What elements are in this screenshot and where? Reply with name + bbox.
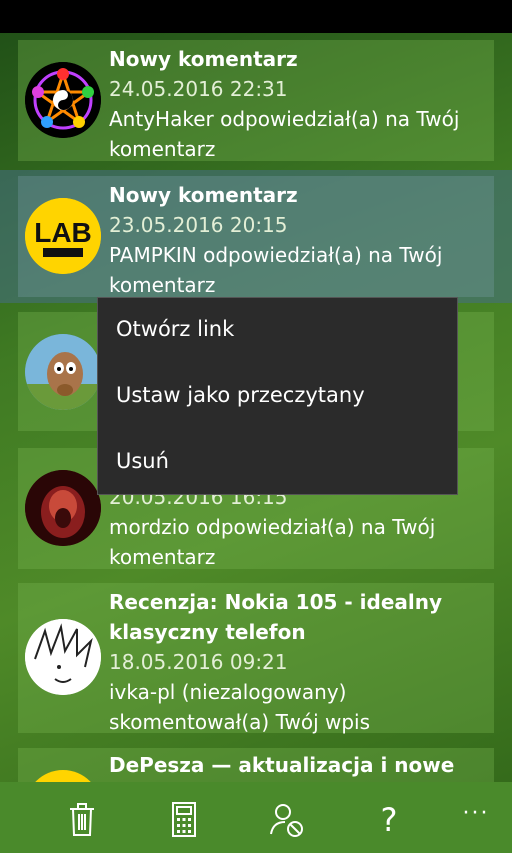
notification-text: komentarz (109, 273, 216, 297)
notification-title: Nowy komentarz (109, 47, 298, 71)
notification-text: PAMPKIN odpowiedział(a) na Twój (109, 243, 443, 267)
notification-text: komentarz (109, 137, 216, 161)
notification-text: mordzio odpowiedział(a) na Twój (109, 515, 436, 539)
notification-item[interactable]: DePesza — aktualizacja i nowe (18, 748, 494, 782)
calculator-icon[interactable] (164, 800, 204, 840)
lab-avatar-text: LAB (34, 217, 92, 248)
notification-date: 24.05.2016 22:31 (109, 77, 288, 101)
sketch-avatar (25, 619, 101, 695)
menu-item-delete[interactable]: Usuń (116, 441, 169, 481)
squirrel-avatar (25, 334, 101, 410)
trash-icon[interactable] (62, 800, 102, 840)
notification-title-line2: klasyczny telefon (109, 620, 306, 644)
yellow-avatar (25, 770, 101, 782)
app-bar: ? ··· (0, 782, 512, 853)
notification-text: skomentował(a) Twój wpis (109, 710, 371, 734)
notification-text: ivka-pl (niezalogowany) (109, 680, 347, 704)
notification-item[interactable]: Recenzja: Nokia 105 - idealny klasyczny … (18, 583, 494, 734)
lab-avatar: LAB (25, 198, 101, 274)
status-bar (0, 0, 512, 33)
help-icon[interactable]: ? (369, 800, 409, 840)
notification-date: 18.05.2016 09:21 (109, 650, 288, 674)
more-icon[interactable]: ··· (456, 794, 496, 834)
notification-text: AntyHaker odpowiedział(a) na Twój (109, 107, 460, 131)
pentagram-avatar (25, 62, 101, 138)
monster-avatar (25, 470, 101, 546)
context-menu: Otwórz link Ustaw jako przeczytany Usuń (97, 297, 458, 495)
notification-text: komentarz (109, 545, 216, 569)
menu-item-open-link[interactable]: Otwórz link (116, 309, 234, 349)
user-block-icon[interactable] (267, 800, 307, 840)
notification-title: Recenzja: Nokia 105 - idealny (109, 590, 443, 614)
notification-title: Nowy komentarz (109, 183, 298, 207)
notification-title: DePesza — aktualizacja i nowe (109, 753, 455, 777)
notification-date: 23.05.2016 20:15 (109, 213, 288, 237)
menu-item-mark-read[interactable]: Ustaw jako przeczytany (116, 375, 365, 415)
help-glyph: ? (380, 801, 398, 839)
notification-item[interactable]: Nowy komentarz 24.05.2016 22:31 AntyHake… (18, 40, 494, 161)
more-glyph: ··· (462, 801, 490, 826)
notification-item-selected[interactable]: LAB Nowy komentarz 23.05.2016 20:15 PAMP… (0, 170, 512, 303)
